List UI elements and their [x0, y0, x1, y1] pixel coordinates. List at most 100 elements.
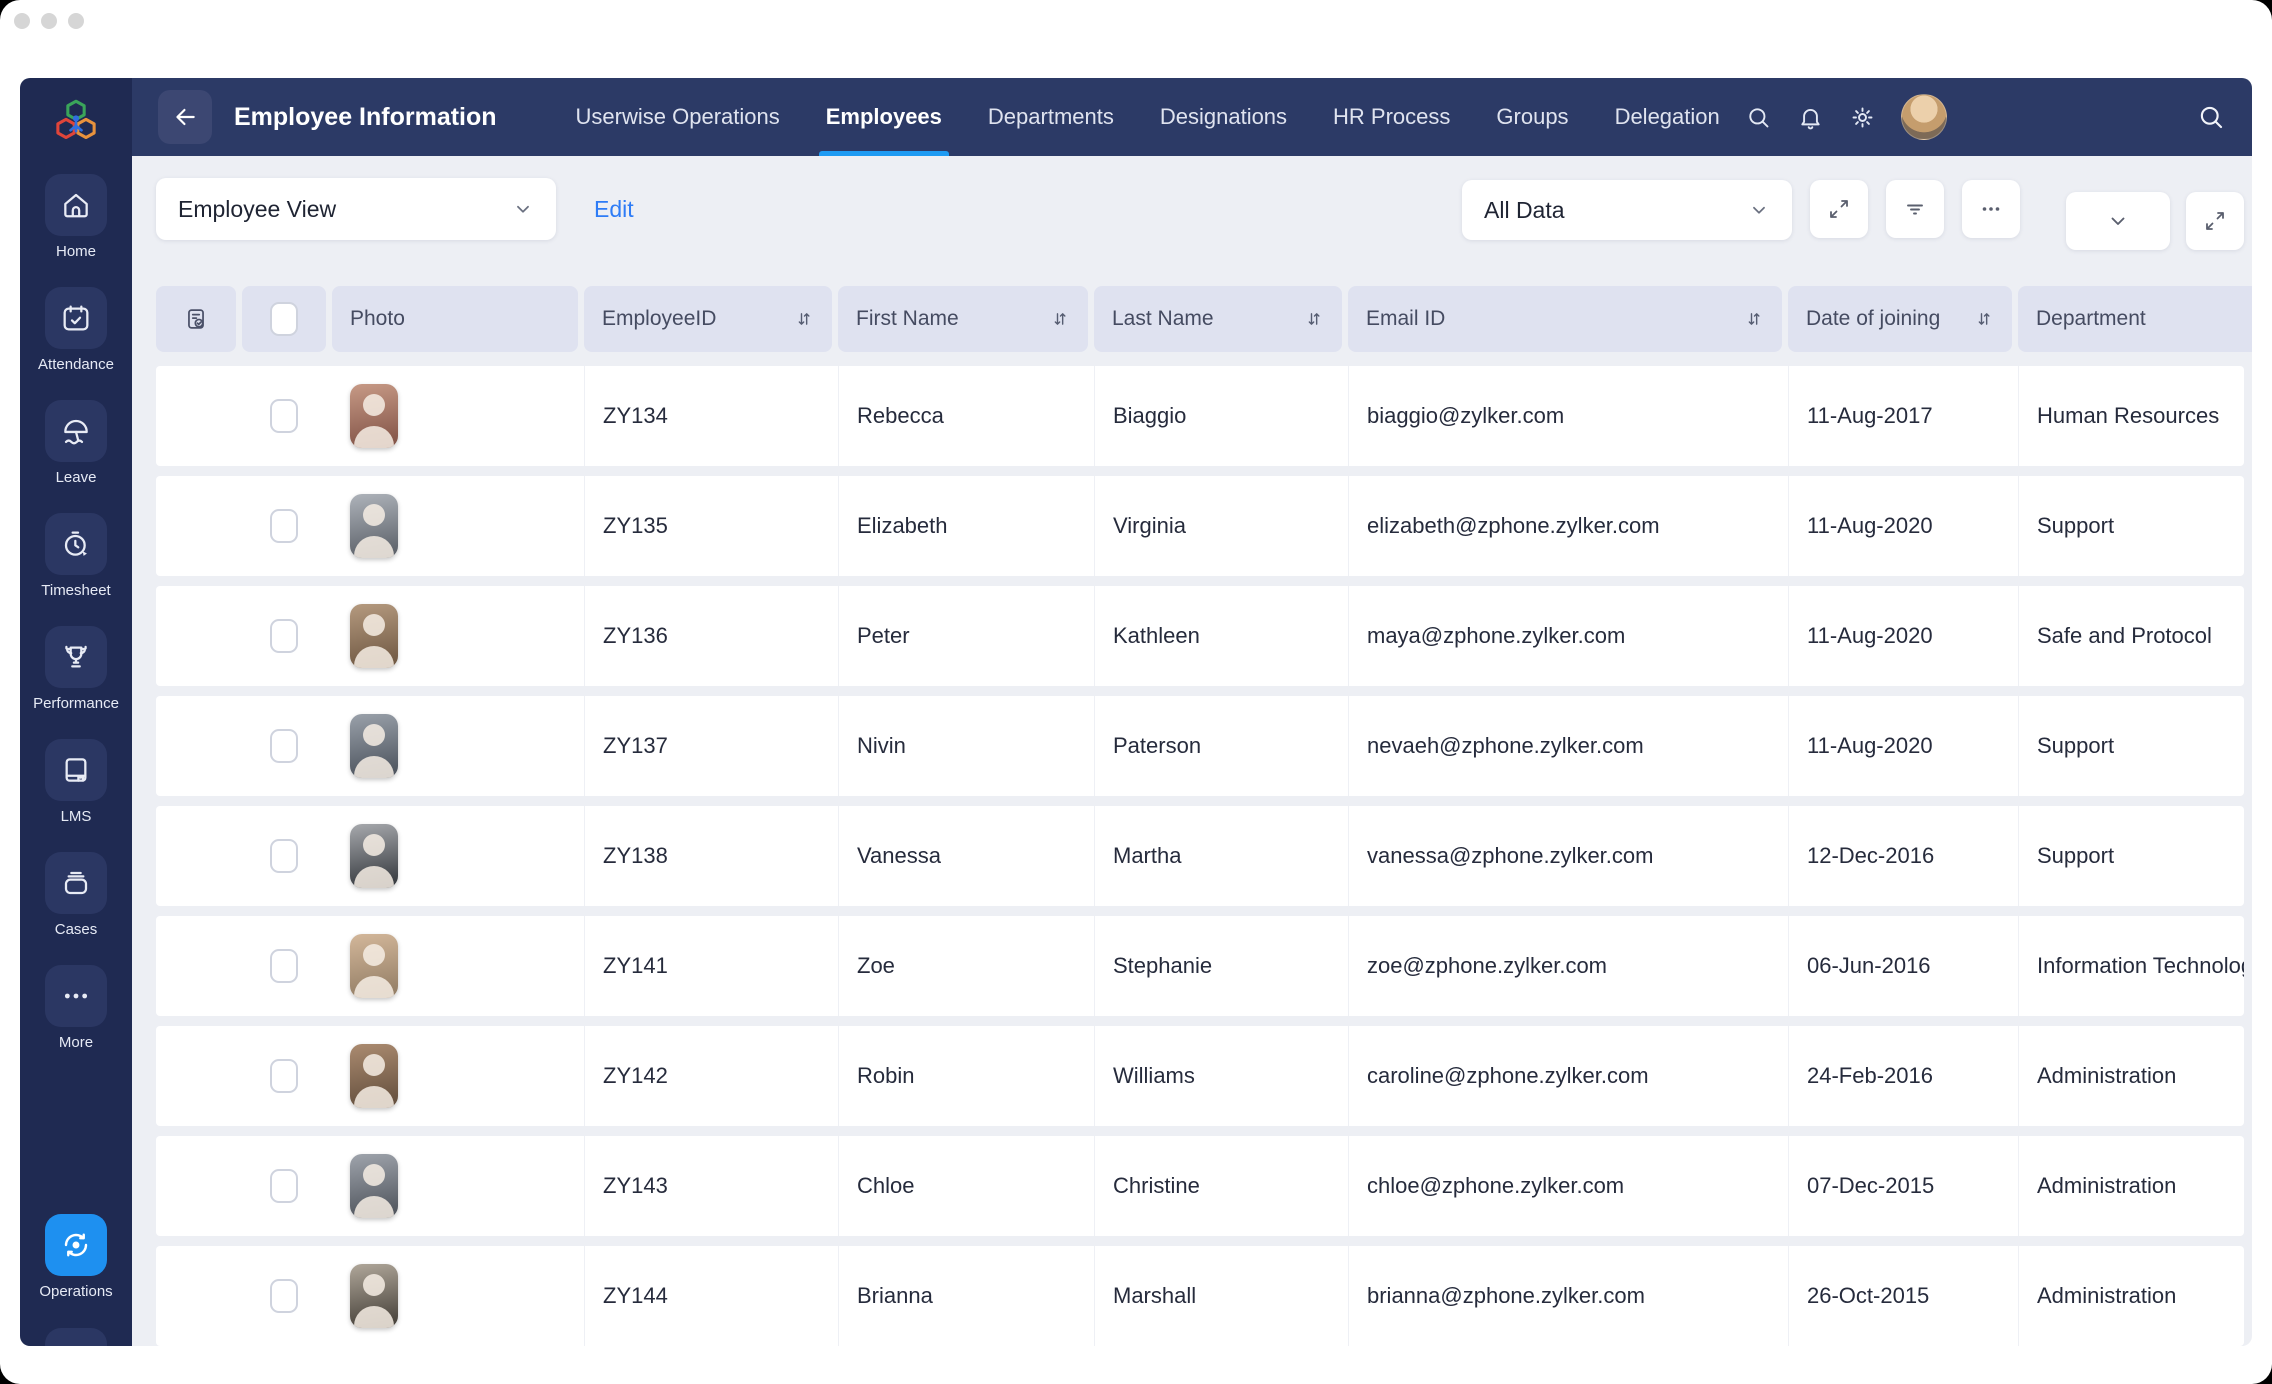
data-range-dropdown[interactable]: All Data	[1462, 180, 1792, 240]
app-window: Home Attendance Leave Timesheet Performance L…	[0, 0, 2272, 1384]
table-row[interactable]: ZY143 Chloe Christine chloe@zphone.zylker.c…	[156, 1136, 2244, 1236]
nav-tab-hr-process[interactable]: HR Process	[1310, 78, 1473, 156]
sidebar-item-attendance[interactable]: Attendance	[38, 287, 114, 373]
window-maximize-button[interactable]	[68, 13, 84, 29]
cell-photo	[332, 806, 578, 906]
sidebar-item-timesheet[interactable]: Timesheet	[41, 513, 111, 599]
column-header-employeeid[interactable]: EmployeeID	[584, 286, 832, 352]
cell-photo	[332, 1136, 578, 1236]
search-icon[interactable]	[1745, 104, 1772, 131]
row-checkbox[interactable]	[270, 509, 298, 543]
table-row[interactable]: ZY137 Nivin Paterson nevaeh@zphone.zylker.c…	[156, 696, 2244, 796]
cell-employee-id: ZY142	[584, 1026, 832, 1126]
column-header-department[interactable]: Department	[2018, 286, 2252, 352]
table-row[interactable]: ZY135 Elizabeth Virginia elizabeth@zphone.z…	[156, 476, 2244, 576]
row-checkbox[interactable]	[270, 1169, 298, 1203]
bell-icon[interactable]	[1797, 104, 1824, 131]
sort-icon[interactable]	[1744, 309, 1764, 329]
cell-date-of-joining: 11-Aug-2020	[1788, 476, 2012, 576]
cell-first-name: Rebecca	[838, 366, 1088, 466]
expand-button[interactable]	[1810, 180, 1868, 238]
gear-icon[interactable]	[1849, 104, 1876, 131]
row-checkbox[interactable]	[270, 729, 298, 763]
sidebar-item-operations[interactable]: Operations	[20, 1214, 132, 1300]
ellipsis-button[interactable]	[1962, 180, 2020, 238]
sidebar-item-lms[interactable]: LMS	[45, 739, 107, 825]
nav-tab-groups[interactable]: Groups	[1473, 78, 1591, 156]
lms-icon	[45, 739, 107, 801]
window-minimize-button[interactable]	[41, 13, 57, 29]
back-button[interactable]	[158, 90, 212, 144]
toolbar: Employee View Edit All Data	[156, 178, 2244, 250]
nav-tab-userwise-operations[interactable]: Userwise Operations	[553, 78, 803, 156]
edit-view-link[interactable]: Edit	[594, 178, 634, 240]
table-row[interactable]: ZY142 Robin Williams caroline@zphone.zylker…	[156, 1026, 2244, 1126]
sidebar-item-leave[interactable]: Leave	[45, 400, 107, 486]
sidebar-item-performance[interactable]: Performance	[33, 626, 119, 712]
fullscreen-button[interactable]	[2186, 192, 2244, 250]
global-search-icon[interactable]	[2196, 102, 2226, 132]
cell-date-of-joining: 11-Aug-2020	[1788, 586, 2012, 686]
sidebar-item-more[interactable]: More	[45, 965, 107, 1051]
column-header-email-id[interactable]: Email ID	[1348, 286, 1782, 352]
cell-employee-id: ZY141	[584, 916, 832, 1016]
column-header-date-of-joining[interactable]: Date of joining	[1788, 286, 2012, 352]
column-header-label: First Name	[856, 307, 959, 330]
sidebar-item-label: LMS	[60, 808, 92, 825]
window-close-button[interactable]	[14, 13, 30, 29]
row-checkbox[interactable]	[270, 399, 298, 433]
cell-department: Human Resources	[2018, 366, 2244, 466]
filter-button[interactable]	[1886, 180, 1944, 238]
select-mode-header-cell[interactable]	[156, 286, 236, 352]
table-row[interactable]: ZY138 Vanessa Martha vanessa@zphone.zylker.…	[156, 806, 2244, 906]
page-size-dropdown[interactable]	[2066, 192, 2170, 250]
sidebar-item-label: Timesheet	[41, 582, 111, 599]
cell-first-name: Zoe	[838, 916, 1088, 1016]
table-row[interactable]: ZY136 Peter Kathleen maya@zphone.zylker.com…	[156, 586, 2244, 686]
cell-email: elizabeth@zphone.zylker.com	[1348, 476, 1782, 576]
nav-tab-label: Departments	[987, 104, 1114, 129]
cell-checkbox	[242, 806, 326, 906]
select-all-header-cell	[242, 286, 326, 352]
sort-icon[interactable]	[1974, 309, 1994, 329]
row-checkbox[interactable]	[270, 619, 298, 653]
table-row[interactable]: ZY134 Rebecca Biaggio biaggio@zylker.com 11-…	[156, 366, 2244, 466]
cell-department: Support	[2018, 476, 2244, 576]
filter-icon	[1903, 197, 1927, 221]
cell-empty	[156, 806, 236, 906]
user-avatar[interactable]	[1900, 94, 1947, 140]
column-header-first-name[interactable]: First Name	[838, 286, 1088, 352]
row-checkbox[interactable]	[270, 949, 298, 983]
cell-empty	[156, 1246, 236, 1346]
view-selector-dropdown[interactable]: Employee View	[156, 178, 556, 240]
table-row[interactable]: ZY141 Zoe Stephanie zoe@zphone.zylker.com 06…	[156, 916, 2244, 1016]
sort-icon[interactable]	[794, 309, 814, 329]
nav-tab-employees[interactable]: Employees	[803, 78, 965, 156]
row-checkbox[interactable]	[270, 839, 298, 873]
cell-department: Information Technology	[2018, 916, 2244, 1016]
chevron-down-icon	[2106, 209, 2130, 233]
leave-icon	[45, 400, 107, 462]
table-row[interactable]: ZY144 Brianna Marshall brianna@zphone.zylke…	[156, 1246, 2244, 1346]
sidebar-menu: Home Attendance Leave Timesheet Performance L…	[20, 174, 132, 1051]
nav-tab-departments[interactable]: Departments	[965, 78, 1137, 156]
sidebar-item-home[interactable]: Home	[45, 174, 107, 260]
cell-first-name: Robin	[838, 1026, 1088, 1126]
select-all-checkbox[interactable]	[270, 302, 298, 336]
employee-photo	[350, 1264, 398, 1328]
sidebar-item-cases[interactable]: Cases	[45, 852, 107, 938]
nav-tab-designations[interactable]: Designations	[1137, 78, 1310, 156]
cell-empty	[156, 366, 236, 466]
nav-tab-label: Userwise Operations	[575, 104, 780, 129]
nav-tab-delegation[interactable]: Delegation	[1592, 78, 1743, 156]
row-checkbox[interactable]	[270, 1279, 298, 1313]
column-header-label: EmployeeID	[602, 307, 717, 330]
column-header-last-name[interactable]: Last Name	[1094, 286, 1342, 352]
row-checkbox[interactable]	[270, 1059, 298, 1093]
sidebar-item-label: Cases	[54, 921, 98, 938]
attendance-icon	[45, 287, 107, 349]
sort-icon[interactable]	[1304, 309, 1324, 329]
sort-icon[interactable]	[1050, 309, 1070, 329]
cell-checkbox	[242, 1026, 326, 1126]
nav-tabs: Userwise Operations Employees Departments D…	[553, 78, 1743, 156]
